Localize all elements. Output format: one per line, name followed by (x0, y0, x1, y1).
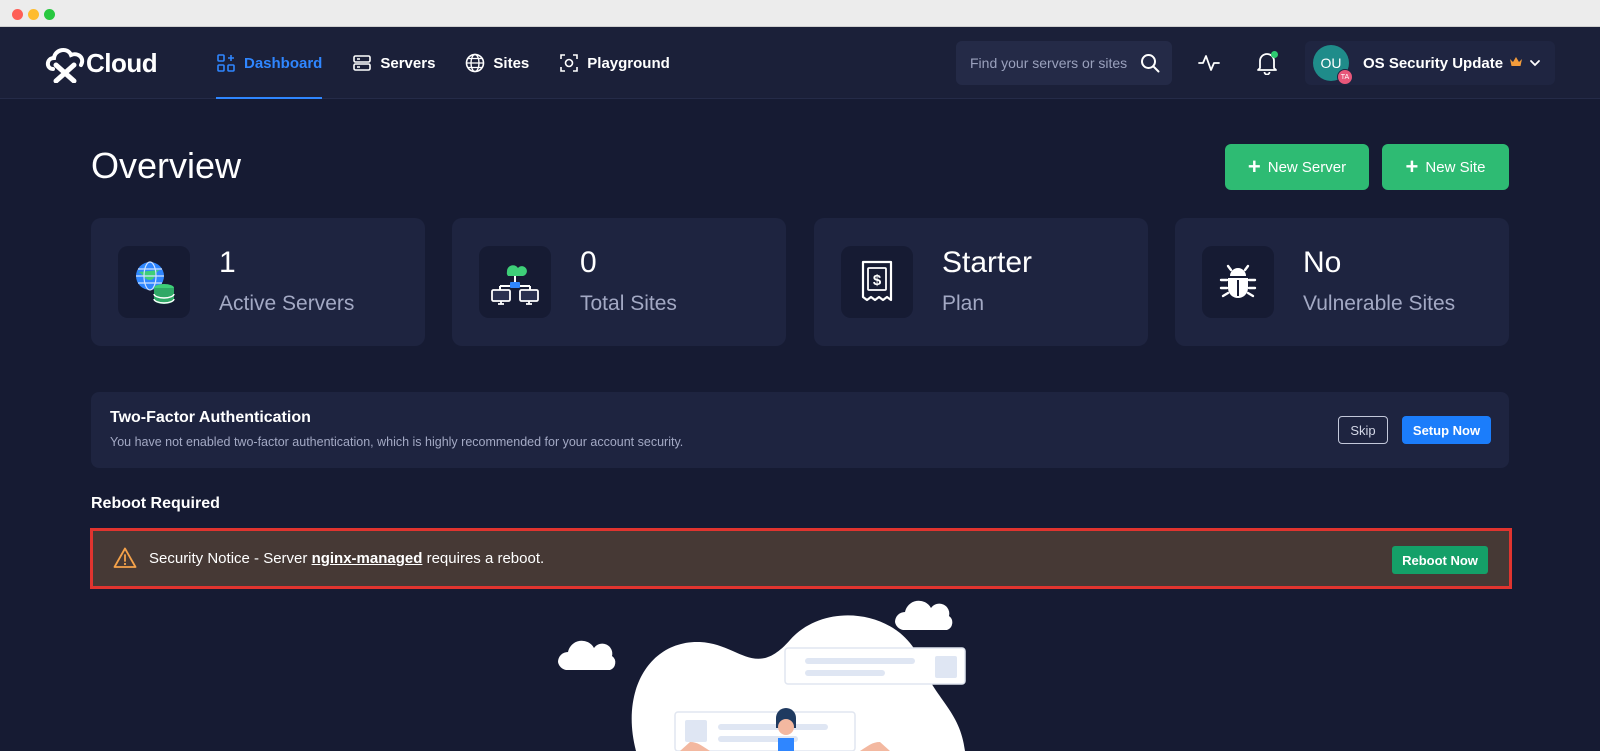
profile-name: OS Security Update (1363, 54, 1504, 72)
total-sites-label: Total Sites (580, 292, 677, 315)
skip-button[interactable]: Skip (1338, 416, 1388, 444)
page-title: Overview (91, 145, 242, 186)
server-icon (352, 53, 372, 73)
plan-name: Starter (942, 246, 1033, 279)
network-icon (479, 246, 551, 318)
cloud-icon (895, 600, 953, 630)
vulnerable-sites-value: No (1303, 246, 1342, 279)
bug-icon (1202, 246, 1274, 318)
notice-suffix: requires a reboot. (426, 550, 545, 567)
two-factor-description: You have not enabled two-factor authenti… (110, 435, 684, 449)
stat-card-plan[interactable]: $ Starter Plan (814, 218, 1148, 346)
new-site-button[interactable]: + New Site (1382, 144, 1509, 190)
brand-name: Cloud (86, 47, 158, 78)
nav-playground[interactable]: Playground (559, 27, 670, 99)
plus-icon: + (1405, 154, 1419, 179)
new-server-label: New Server (1267, 158, 1347, 176)
active-servers-count: 1 (219, 246, 236, 279)
playground-icon (559, 53, 579, 73)
vulnerable-sites-label: Vulnerable Sites (1303, 292, 1456, 315)
reboot-notice: Security Notice - Server nginx-managed r… (90, 528, 1512, 589)
notice-prefix: Security Notice - Server (149, 550, 308, 567)
cloud-x-logo-icon (45, 48, 85, 83)
setup-now-button[interactable]: Setup Now (1402, 416, 1491, 444)
crown-icon (1509, 56, 1523, 70)
main-nav: Dashboard Servers Sites Playground (216, 27, 700, 99)
two-factor-title: Two-Factor Authentication (110, 409, 311, 426)
reboot-now-button[interactable]: Reboot Now (1392, 546, 1488, 574)
maximize-window-button[interactable] (44, 9, 55, 20)
server-link[interactable]: nginx-managed (312, 550, 423, 567)
nav-servers[interactable]: Servers (352, 27, 435, 99)
browser-chrome (0, 0, 1600, 27)
search-icon[interactable] (1140, 53, 1160, 73)
nav-sites[interactable]: Sites (465, 27, 529, 99)
chevron-down-icon[interactable] (1529, 57, 1541, 69)
plan-label: Plan (942, 292, 985, 315)
server-globe-icon (118, 246, 190, 318)
team-badge: TA (1337, 69, 1353, 85)
receipt-icon: $ (841, 246, 913, 318)
cloud-icon (558, 640, 616, 670)
nav-sites-label: Sites (493, 54, 530, 72)
avatar-initials: OU (1320, 55, 1342, 71)
two-factor-banner: Two-Factor Authentication You have not e… (91, 392, 1509, 468)
search-box (956, 41, 1172, 85)
avatar: OU TA (1313, 45, 1353, 85)
total-sites-count: 0 (580, 246, 597, 279)
active-servers-label: Active Servers (219, 292, 355, 315)
nav-dashboard-label: Dashboard (244, 54, 323, 72)
notification-dot (1271, 51, 1278, 58)
brand-logo[interactable]: Cloud (44, 41, 158, 85)
dashboard-icon (216, 53, 236, 73)
close-window-button[interactable] (12, 9, 23, 20)
reboot-section-title: Reboot Required (91, 495, 220, 512)
new-server-button[interactable]: + New Server (1225, 144, 1369, 190)
top-navigation-bar: Cloud Dashboard Servers Sites Playground (0, 27, 1600, 99)
stat-card-total-sites[interactable]: 0 Total Sites (452, 218, 786, 346)
nav-playground-label: Playground (587, 54, 670, 72)
warning-icon (113, 547, 137, 568)
reboot-notice-text: Security Notice - Server nginx-managed r… (149, 550, 544, 567)
search-input[interactable] (970, 55, 1140, 71)
activity-icon[interactable] (1198, 52, 1220, 74)
globe-icon (465, 53, 485, 73)
empty-state-illustration (558, 600, 966, 751)
nav-dashboard[interactable]: Dashboard (216, 27, 323, 99)
svg-text:$: $ (873, 272, 882, 289)
profile-menu[interactable]: OU TA OS Security Update (1305, 41, 1555, 85)
new-site-label: New Site (1425, 158, 1486, 176)
plus-icon: + (1247, 154, 1261, 179)
stat-card-active-servers[interactable]: 1 Active Servers (91, 218, 425, 346)
minimize-window-button[interactable] (28, 9, 39, 20)
stat-card-vulnerable-sites[interactable]: No Vulnerable Sites (1175, 218, 1509, 346)
notifications-button[interactable] (1256, 51, 1278, 76)
nav-servers-label: Servers (380, 54, 436, 72)
